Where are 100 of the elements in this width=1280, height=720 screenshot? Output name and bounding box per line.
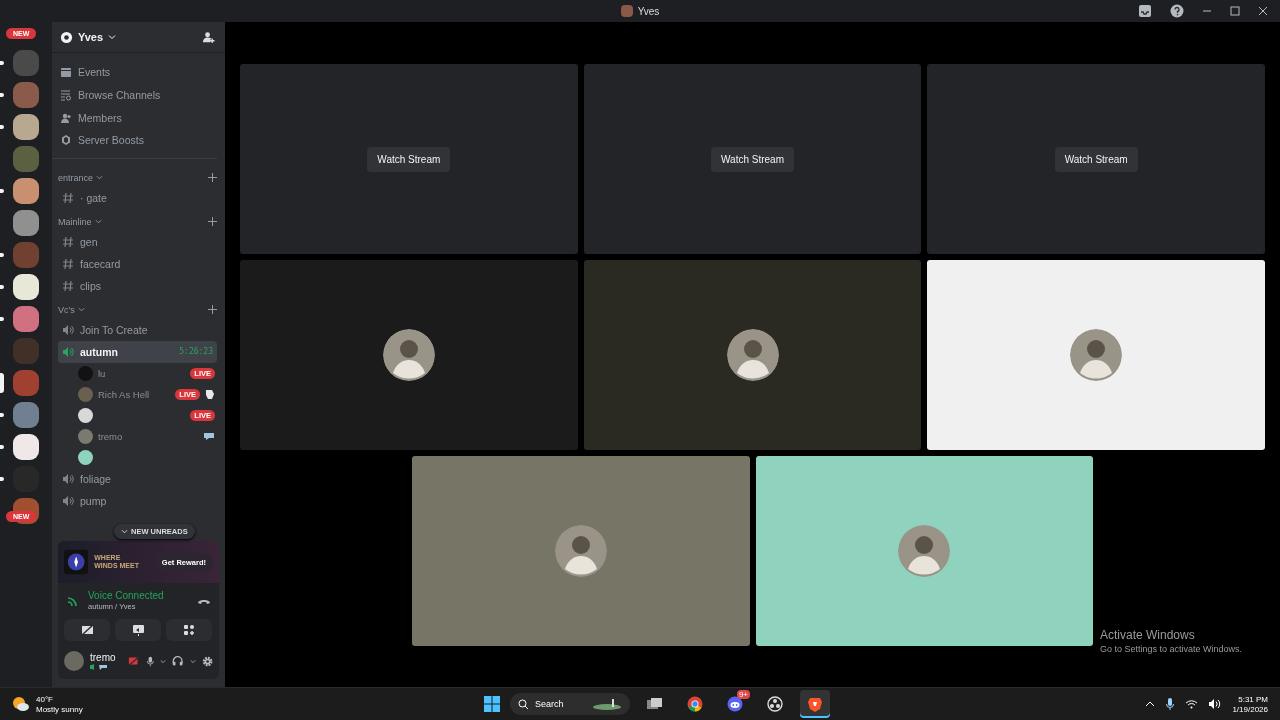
speaker-icon bbox=[62, 345, 74, 358]
compass-icon bbox=[64, 549, 89, 575]
chevron-icon[interactable] bbox=[160, 657, 167, 665]
server-icon[interactable] bbox=[13, 178, 39, 204]
hash-icon bbox=[62, 191, 74, 204]
stream-tile[interactable]: Watch Stream bbox=[927, 64, 1265, 254]
weather-condition: Mostly sunny bbox=[36, 704, 83, 714]
channel-item[interactable]: Join To Create bbox=[58, 318, 217, 341]
weather-icon[interactable] bbox=[12, 696, 30, 712]
channel-item[interactable]: autumn 5:26:23 bbox=[58, 340, 217, 363]
close-icon[interactable] bbox=[1258, 6, 1268, 16]
hash-icon bbox=[62, 235, 74, 248]
channel-item[interactable]: gen bbox=[58, 230, 217, 253]
video-tile[interactable] bbox=[411, 456, 750, 646]
inbox-icon[interactable] bbox=[1138, 4, 1152, 18]
avatar[interactable] bbox=[78, 407, 93, 423]
connection-status: Voice Connected bbox=[88, 590, 164, 601]
start-icon[interactable] bbox=[484, 696, 500, 712]
headphones-icon[interactable] bbox=[172, 655, 184, 667]
add-user-icon[interactable] bbox=[202, 30, 215, 44]
clock[interactable]: 5:31 PM 1/19/2026 bbox=[1232, 694, 1268, 714]
participant-avatar bbox=[726, 329, 779, 381]
member-name[interactable]: Rich As Hell bbox=[98, 388, 150, 400]
microphone-icon[interactable] bbox=[145, 654, 155, 668]
video-tile[interactable] bbox=[927, 260, 1265, 450]
call-timer: 5:26:23 bbox=[179, 347, 213, 357]
watch-stream-button[interactable]: Watch Stream bbox=[711, 146, 794, 172]
notification-badge: 9+ bbox=[736, 690, 750, 699]
speech-bubble-icon bbox=[203, 431, 215, 441]
watch-stream-button[interactable]: Watch Stream bbox=[1054, 146, 1138, 172]
video-tile[interactable] bbox=[755, 456, 1094, 646]
member-name[interactable]: lu bbox=[98, 367, 106, 379]
stream-tile[interactable]: Watch Stream bbox=[240, 64, 578, 254]
settings-icon[interactable] bbox=[201, 654, 213, 668]
search-field[interactable]: Search bbox=[510, 693, 630, 715]
camera-off-button[interactable] bbox=[64, 619, 110, 641]
chevron-icon bbox=[96, 174, 104, 182]
people-icon bbox=[60, 111, 72, 124]
chevron-icon bbox=[108, 33, 117, 41]
video-tile[interactable] bbox=[240, 260, 578, 450]
calendar-icon bbox=[60, 66, 72, 79]
list-search-icon bbox=[60, 89, 72, 102]
screen-share-icon bbox=[131, 624, 145, 636]
menu-item[interactable]: Members bbox=[60, 106, 209, 130]
channel-item[interactable]: pump bbox=[58, 489, 217, 512]
channel-item[interactable]: foliage bbox=[58, 467, 217, 490]
chevron-icon bbox=[121, 528, 128, 535]
channel-item[interactable]: · gate bbox=[58, 186, 217, 209]
activity-icon bbox=[205, 388, 215, 400]
category-header[interactable]: entrance bbox=[58, 172, 94, 183]
landscape-icon bbox=[592, 698, 622, 710]
participant-avatar bbox=[1070, 329, 1123, 381]
screen-share-button[interactable] bbox=[115, 619, 161, 641]
hash-icon bbox=[62, 279, 74, 292]
user-avatar[interactable] bbox=[64, 651, 84, 671]
server-icon bbox=[620, 5, 633, 17]
search-icon bbox=[518, 698, 529, 710]
menu-item[interactable]: Server Boosts bbox=[60, 129, 209, 152]
avatar[interactable] bbox=[78, 449, 93, 465]
add-icon[interactable] bbox=[208, 217, 217, 227]
server-icon[interactable] bbox=[13, 434, 39, 460]
speaker-icon bbox=[62, 472, 74, 485]
add-icon[interactable] bbox=[208, 305, 217, 315]
maximize-icon[interactable] bbox=[1230, 6, 1240, 16]
boost-icon bbox=[60, 134, 72, 147]
speaker-icon bbox=[62, 494, 74, 507]
temperature: 40°F bbox=[36, 694, 54, 704]
member-name[interactable]: tremo bbox=[98, 430, 123, 442]
server-icon[interactable] bbox=[13, 274, 39, 300]
chevron-up-icon[interactable] bbox=[1145, 700, 1156, 708]
activities-icon bbox=[183, 624, 195, 636]
lion-browser-icon bbox=[807, 696, 823, 712]
microphone-icon[interactable] bbox=[1165, 697, 1176, 711]
server-icon[interactable] bbox=[13, 114, 39, 140]
participant-avatar bbox=[898, 525, 951, 577]
category-header[interactable]: Vc's bbox=[58, 304, 75, 315]
hash-icon bbox=[62, 257, 74, 270]
server-header[interactable]: Yves bbox=[52, 22, 225, 53]
taskbar-button[interactable] bbox=[800, 690, 830, 718]
category-header[interactable]: Mainline bbox=[58, 216, 92, 227]
chat-app-icon bbox=[727, 696, 743, 712]
channel-item[interactable]: clips bbox=[58, 274, 217, 297]
menu-item[interactable]: Browse Channels bbox=[60, 83, 209, 107]
menu-item[interactable]: Events bbox=[60, 61, 209, 84]
stream-tile[interactable]: Watch Stream bbox=[583, 64, 922, 254]
activation-hint: Go to Settings to activate Windows. bbox=[1100, 644, 1243, 654]
video-off-icon[interactable] bbox=[127, 655, 140, 667]
taskbar-button[interactable]: 9+ bbox=[720, 690, 750, 718]
wifi-icon[interactable] bbox=[1185, 699, 1199, 709]
help-icon[interactable] bbox=[1170, 4, 1184, 18]
participant-avatar bbox=[554, 525, 607, 577]
activities-button[interactable] bbox=[166, 619, 212, 641]
volume-icon[interactable] bbox=[1208, 698, 1223, 710]
server-icon bbox=[60, 30, 73, 44]
camera-off-icon bbox=[80, 624, 94, 636]
channel-item[interactable]: facecard bbox=[58, 252, 217, 275]
chevron-icon[interactable] bbox=[189, 657, 196, 665]
add-icon[interactable] bbox=[208, 173, 217, 183]
watch-stream-button[interactable]: Watch Stream bbox=[367, 146, 451, 172]
video-tile[interactable] bbox=[583, 260, 922, 450]
